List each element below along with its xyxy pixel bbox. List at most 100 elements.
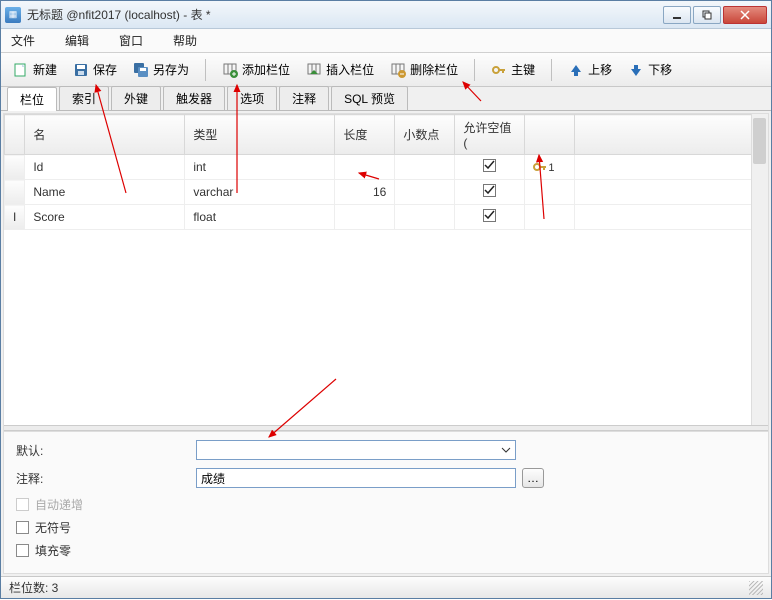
cell-type[interactable]: int [185,155,335,180]
maximize-button[interactable] [693,6,721,24]
unsigned-row[interactable]: 无符号 [16,519,756,536]
menu-help[interactable]: 帮助 [169,30,201,51]
status-fieldcount: 栏位数: 3 [9,579,58,596]
moveup-button[interactable]: 上移 [562,58,618,81]
fields-grid-wrap: 名 类型 长度 小数点 允许空值 ( Idint1Namevarchar16IS… [4,114,768,425]
toolbar-separator [474,59,475,81]
cell-primarykey[interactable] [525,205,575,230]
tab-indexes[interactable]: 索引 [59,86,109,110]
menubar: 文件 编辑 窗口 帮助 [1,29,771,53]
tab-sqlpreview[interactable]: SQL 预览 [331,86,408,110]
toolbar-separator [551,59,552,81]
cell-type[interactable]: float [185,205,335,230]
row-marker [5,155,25,180]
addcol-button[interactable]: 添加栏位 [216,58,296,81]
table-row[interactable]: Namevarchar16 [5,180,768,205]
saveas-icon [133,62,149,78]
cell-decimals[interactable] [395,155,455,180]
default-label: 默认: [16,442,196,459]
statusbar: 栏位数: 3 [1,576,771,598]
new-button[interactable]: 新建 [7,58,63,81]
comment-input[interactable]: 成绩 [196,468,516,488]
unsigned-checkbox[interactable] [16,521,29,534]
col-length[interactable]: 长度 [335,115,395,155]
primarykey-label: 主键 [511,61,535,78]
comment-ellipsis-button[interactable]: … [522,468,544,488]
cell-primarykey[interactable] [525,180,575,205]
cell-allownull[interactable] [455,180,525,205]
cell-decimals[interactable] [395,205,455,230]
insertcol-label: 插入栏位 [326,61,374,78]
resize-gripper[interactable] [749,581,763,595]
table-row[interactable]: Idint 1 [5,155,768,180]
arrow-up-icon [568,62,584,78]
app-icon: ▦ [5,7,21,23]
insertcol-button[interactable]: 插入栏位 [300,58,380,81]
addcol-label: 添加栏位 [242,61,290,78]
cell-name[interactable]: Id [25,155,185,180]
movedown-label: 下移 [648,61,672,78]
window-controls [663,6,767,24]
col-type[interactable]: 类型 [185,115,335,155]
table-row[interactable]: IScorefloat [5,205,768,230]
cell-decimals[interactable] [395,180,455,205]
cell-length[interactable] [335,205,395,230]
save-label: 保存 [93,61,117,78]
menu-file[interactable]: 文件 [7,30,39,51]
ellipsis-icon: … [527,471,539,485]
col-allownull[interactable]: 允许空值 ( [455,115,525,155]
vertical-scrollbar[interactable] [751,114,768,425]
primarykey-button[interactable]: 主键 [485,58,541,81]
window-title: 无标题 @nfit2017 (localhost) - 表 * [27,6,663,23]
deletecol-button[interactable]: 删除栏位 [384,58,464,81]
close-button[interactable] [723,6,767,24]
col-spacer [575,115,768,155]
cell-length[interactable] [335,155,395,180]
row-marker: I [5,205,25,230]
toolbar: 新建 保存 另存为 添加栏位 插入栏位 删除栏位 主键 [1,53,771,87]
minimize-button[interactable] [663,6,691,24]
scrollbar-thumb[interactable] [753,118,766,164]
default-combo[interactable] [196,440,516,460]
deletecol-icon [390,62,406,78]
cell-name[interactable]: Score [25,205,185,230]
app-window: ▦ 无标题 @nfit2017 (localhost) - 表 * 文件 编辑 … [0,0,772,599]
row-marker [5,180,25,205]
cell-type[interactable]: varchar [185,180,335,205]
save-button[interactable]: 保存 [67,58,123,81]
zerofill-row[interactable]: 填充零 [16,542,756,559]
tab-comment[interactable]: 注释 [279,86,329,110]
rowhandle-header [5,115,25,155]
col-decimals[interactable]: 小数点 [395,115,455,155]
saveas-button[interactable]: 另存为 [127,58,195,81]
cell-spacer [575,180,768,205]
tab-bar: 栏位 索引 外键 触发器 选项 注释 SQL 预览 [1,87,771,111]
comment-label: 注释: [16,470,196,487]
autoinc-row: 自动递增 [16,496,756,513]
deletecol-label: 删除栏位 [410,61,458,78]
col-name[interactable]: 名 [25,115,185,155]
menu-window[interactable]: 窗口 [115,30,147,51]
tab-fields[interactable]: 栏位 [7,87,57,111]
insertcol-icon [306,62,322,78]
cell-spacer [575,205,768,230]
menu-edit[interactable]: 编辑 [61,30,93,51]
tab-triggers[interactable]: 触发器 [163,86,225,110]
movedown-button[interactable]: 下移 [622,58,678,81]
cell-primarykey[interactable]: 1 [525,155,575,180]
new-icon [13,62,29,78]
autoinc-checkbox [16,498,29,511]
main-panel: 名 类型 长度 小数点 允许空值 ( Idint1Namevarchar16IS… [3,113,769,574]
zerofill-label: 填充零 [35,542,71,559]
cell-allownull[interactable] [455,155,525,180]
zerofill-checkbox[interactable] [16,544,29,557]
tab-foreignkeys[interactable]: 外键 [111,86,161,110]
cell-allownull[interactable] [455,205,525,230]
cell-length[interactable]: 16 [335,180,395,205]
tab-options[interactable]: 选项 [227,86,277,110]
fields-grid[interactable]: 名 类型 长度 小数点 允许空值 ( Idint1Namevarchar16IS… [4,114,768,230]
cell-name[interactable]: Name [25,180,185,205]
col-key[interactable] [525,115,575,155]
key-icon [491,62,507,78]
field-properties: 默认: 注释: 成绩 … [4,431,768,573]
